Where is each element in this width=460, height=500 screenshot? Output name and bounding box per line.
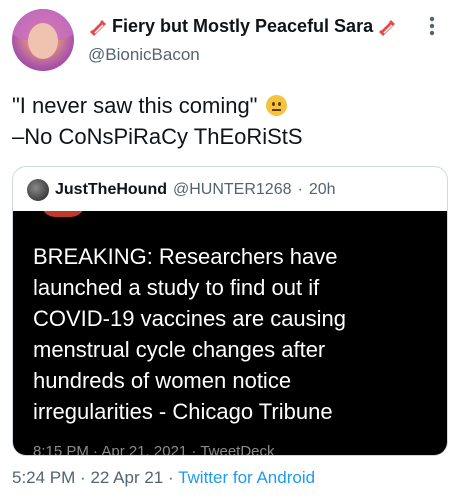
image-headline-line: BREAKING: Researchers have bbox=[33, 244, 338, 269]
ribbon-icon bbox=[90, 19, 106, 36]
avatar-face bbox=[28, 23, 58, 59]
more-vertical-icon bbox=[429, 16, 435, 36]
image-headline: BREAKING: Researchers have launched a st… bbox=[33, 241, 433, 427]
quoted-author-handle[interactable]: @HUNTER1268 bbox=[173, 181, 292, 199]
tweet-time[interactable]: 5:24 PM bbox=[12, 468, 75, 487]
tweet-timestamp: 5:24 PM · 22 Apr 21 · Twitter for Androi… bbox=[12, 468, 315, 488]
author-display-name[interactable]: Fiery but Mostly Peaceful Sara bbox=[112, 16, 373, 37]
image-headline-line: menstrual cycle changes after bbox=[33, 337, 326, 362]
tweet-text-quote: "I never saw this coming" bbox=[12, 93, 258, 118]
meta-separator: · bbox=[80, 468, 86, 487]
quoted-tweet-age: 20h bbox=[308, 181, 336, 198]
meta-separator: · bbox=[167, 468, 174, 487]
image-headline-line: COVID-19 vaccines are causing bbox=[33, 306, 347, 331]
author-handle[interactable]: @BionicBacon bbox=[88, 45, 200, 65]
meta-separator: · bbox=[297, 181, 303, 198]
quoted-tweet-image[interactable]: BREAKING: Researchers have launched a st… bbox=[13, 211, 447, 455]
quoted-author-name[interactable]: JustTheHound bbox=[55, 181, 167, 199]
tweet-text: "I never saw this coming" –No CoNsPiRaCy… bbox=[12, 90, 452, 152]
ribbon-icon bbox=[379, 19, 396, 36]
tweet-text-line: –No CoNsPiRaCy ThEoRiStS bbox=[12, 124, 303, 149]
more-options-button[interactable] bbox=[418, 12, 446, 40]
tweet-author-avatar[interactable] bbox=[12, 9, 74, 71]
image-footer-timestamp: 8:15 PM · Apr 21, 2021 · TweetDeck bbox=[33, 443, 275, 455]
quoted-author-avatar[interactable] bbox=[27, 179, 49, 201]
tweet-date[interactable]: 22 Apr 21 bbox=[90, 468, 163, 487]
image-headline-line: hundreds of women notice bbox=[33, 368, 292, 393]
author-name-row[interactable]: Fiery but Mostly Peaceful Sara bbox=[88, 16, 397, 37]
image-avatar-edge bbox=[41, 211, 85, 217]
tweet-text-line: "I never saw this coming" bbox=[12, 90, 452, 121]
image-headline-line: launched a study to find out if bbox=[33, 275, 320, 300]
quoted-tweet-header: JustTheHound @HUNTER1268 · 20h bbox=[27, 179, 336, 201]
quoted-tweet-card[interactable]: JustTheHound @HUNTER1268 · 20h BREAKING:… bbox=[12, 166, 448, 456]
image-headline-line: irregularities - Chicago Tribune bbox=[33, 399, 333, 424]
tweet-source-link[interactable]: Twitter for Android bbox=[178, 468, 315, 487]
neutral-face-emoji-icon bbox=[265, 95, 287, 116]
